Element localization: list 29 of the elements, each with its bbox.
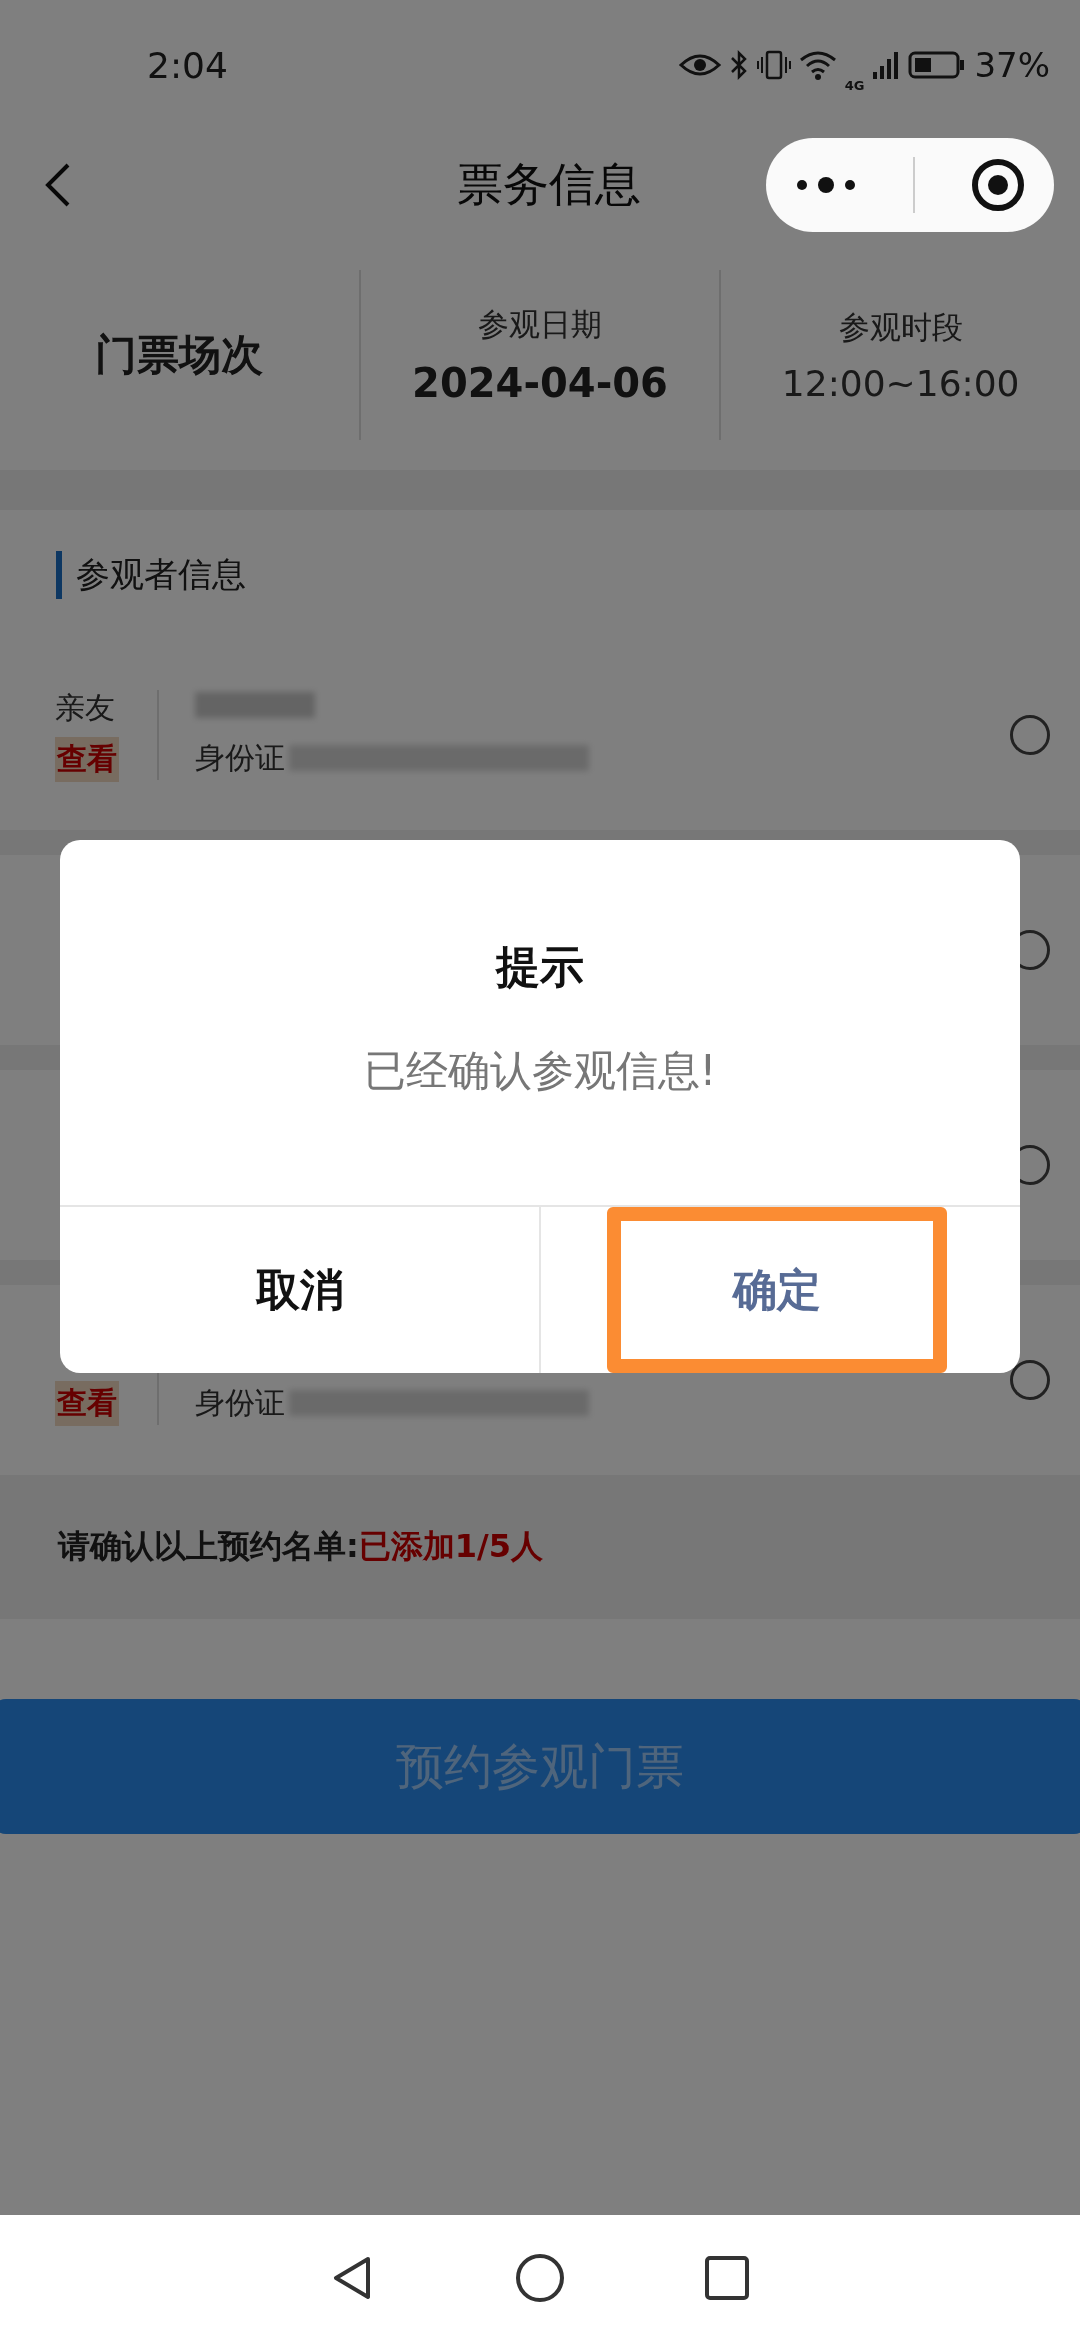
reservation-summary: 请确认以上预约名单:已添加1/5人 bbox=[0, 1475, 1080, 1619]
battery-percent: 37% bbox=[974, 45, 1050, 85]
view-link[interactable]: 查看 bbox=[55, 1380, 119, 1426]
visit-date: 2024-04-06 bbox=[412, 360, 668, 406]
radio-button[interactable] bbox=[1010, 715, 1050, 755]
eye-icon bbox=[678, 51, 721, 79]
battery-icon bbox=[908, 50, 967, 80]
session-label: 门票场次 bbox=[95, 329, 264, 381]
dialog-title: 提示 bbox=[496, 940, 584, 994]
relation-label: 亲友 bbox=[55, 689, 115, 727]
view-link[interactable]: 查看 bbox=[55, 737, 119, 782]
id-type-label: 身份证 bbox=[195, 1383, 285, 1422]
wifi-icon bbox=[798, 50, 837, 80]
page-title: 票务信息 bbox=[457, 156, 641, 213]
network-type-label: 4G bbox=[844, 77, 865, 93]
bluetooth-icon bbox=[728, 49, 749, 81]
confirm-button[interactable]: 确定 bbox=[607, 1207, 947, 1373]
target-icon[interactable] bbox=[970, 157, 1027, 213]
dialog-message: 已经确认参观信息! bbox=[363, 1045, 717, 1097]
date-label: 参观日期 bbox=[478, 305, 602, 344]
id-type-label: 身份证 bbox=[195, 738, 285, 777]
visitor-row[interactable]: 亲友 查看 身份证 bbox=[0, 640, 1080, 830]
home-icon[interactable] bbox=[515, 2252, 565, 2303]
vibrate-icon bbox=[756, 49, 791, 81]
time-slot-label: 参观时段 bbox=[838, 307, 963, 347]
status-time: 2:04 bbox=[147, 44, 228, 86]
section-title: 参观者信息 bbox=[76, 553, 246, 596]
signal-icon bbox=[872, 50, 901, 80]
visit-time-slot: 12:00~16:00 bbox=[781, 362, 1020, 404]
